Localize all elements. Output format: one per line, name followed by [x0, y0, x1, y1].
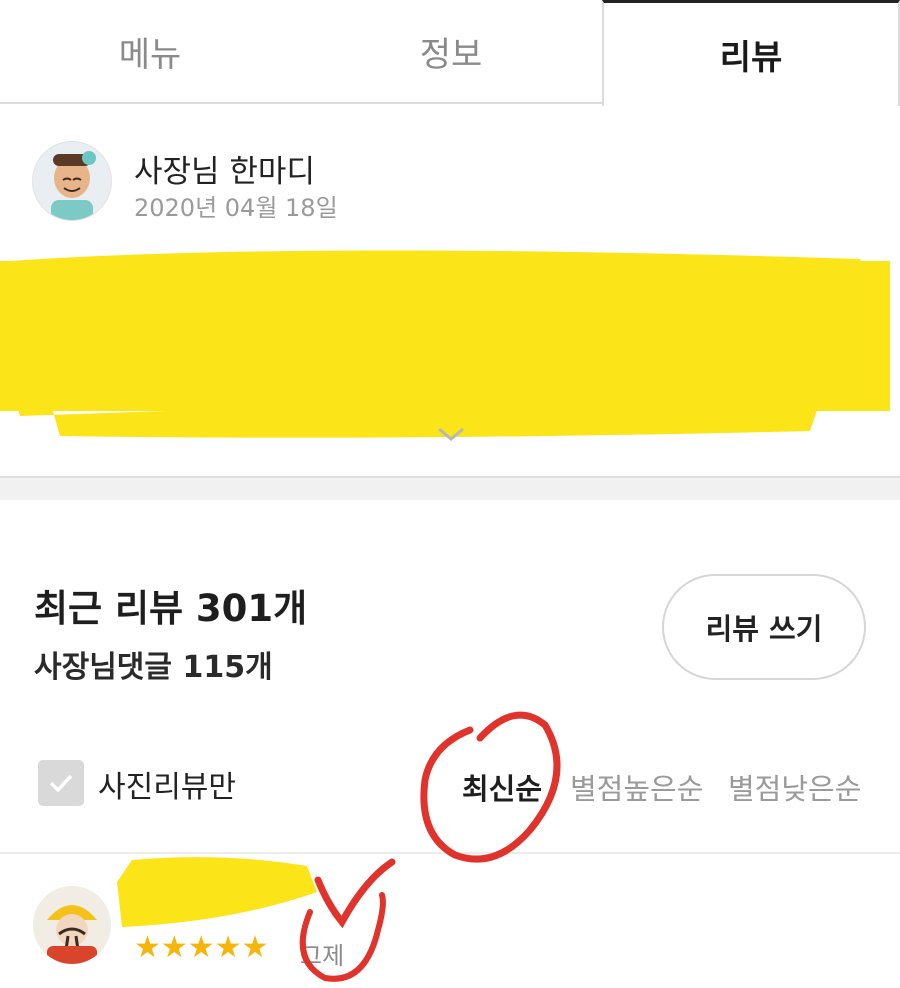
redaction-mark	[0, 250, 890, 438]
sort-newest[interactable]: 최신순	[462, 766, 542, 808]
photo-only-label[interactable]: 사진리뷰만	[98, 762, 236, 806]
section-divider	[0, 476, 900, 500]
review-count-title: 최근 리뷰 301개	[34, 587, 308, 630]
review-date: 그제	[300, 942, 345, 970]
owner-reply-count: 사장님댓글 115개	[34, 650, 273, 685]
tab-menu[interactable]: 메뉴	[0, 0, 300, 104]
owner-avatar	[32, 141, 112, 221]
tab-info[interactable]: 정보	[300, 0, 602, 104]
tab-review[interactable]: 리뷰	[602, 0, 900, 106]
tab-bar: 메뉴 정보 리뷰	[0, 0, 900, 106]
sort-rating-low[interactable]: 별점낮은순	[728, 766, 861, 808]
owner-notice-title: 사장님 한마디	[134, 154, 315, 190]
write-review-button[interactable]: 리뷰 쓰기	[662, 574, 866, 680]
redaction-mark	[117, 857, 317, 927]
photo-only-checkbox[interactable]	[38, 760, 84, 806]
chevron-down-icon[interactable]	[436, 424, 466, 444]
check-icon	[49, 774, 73, 793]
owner-notice-date: 2020년 04월 18일	[134, 194, 338, 222]
sort-rating-high[interactable]: 별점높은순	[570, 766, 703, 808]
star-rating: ★★★★★	[134, 930, 269, 965]
reviewer-avatar	[33, 886, 111, 964]
owner-notice: 사장님 한마디 2020년 04월 18일	[0, 106, 900, 476]
